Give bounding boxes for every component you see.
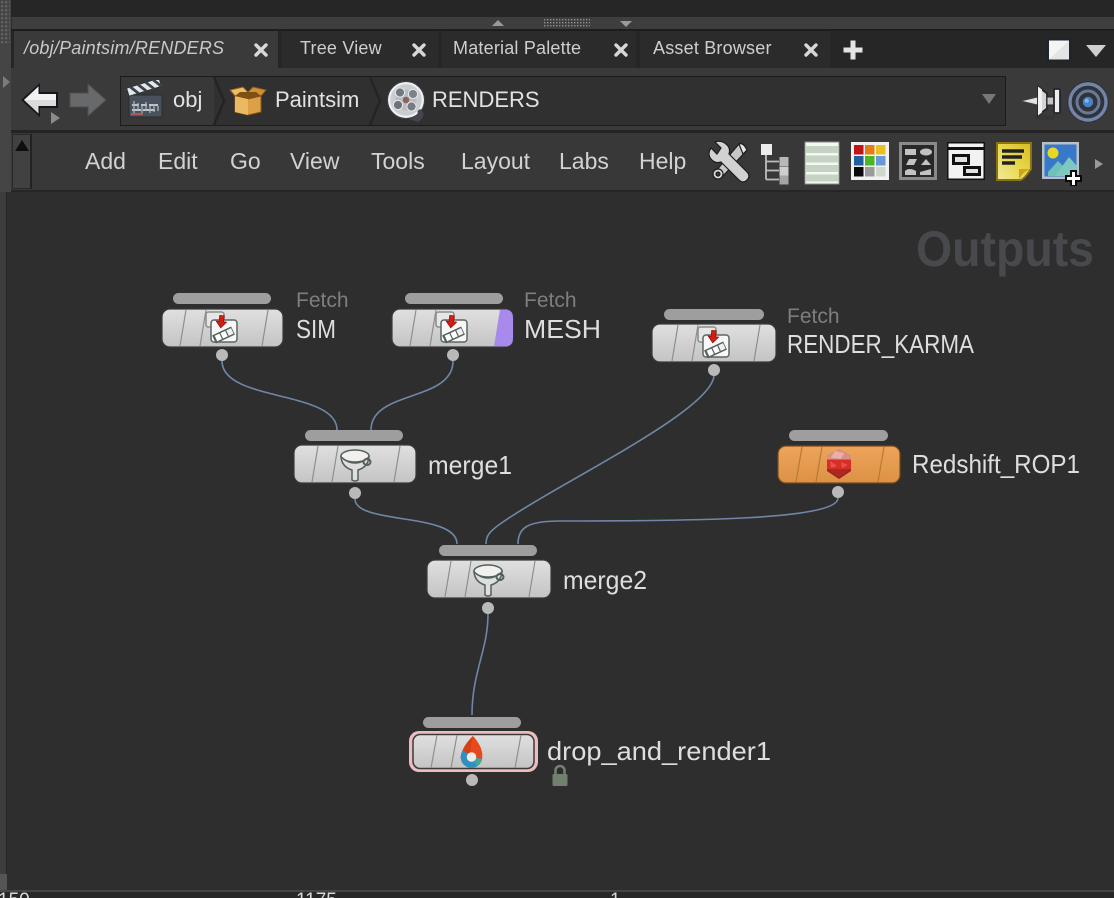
svg-text:merge2: merge2 bbox=[563, 565, 647, 595]
svg-text:Fetch: Fetch bbox=[787, 305, 840, 328]
svg-text:Fetch: Fetch bbox=[296, 289, 349, 312]
svg-text:merge1: merge1 bbox=[428, 450, 512, 480]
svg-text:SIM: SIM bbox=[296, 314, 336, 344]
svg-text:MESH: MESH bbox=[524, 314, 601, 344]
svg-text:Redshift_ROP1: Redshift_ROP1 bbox=[912, 449, 1080, 479]
svg-text:Fetch: Fetch bbox=[524, 289, 577, 312]
svg-text:drop_and_render1: drop_and_render1 bbox=[547, 736, 771, 766]
svg-text:Outputs: Outputs bbox=[916, 221, 1094, 277]
svg-text:RENDER_KARMA: RENDER_KARMA bbox=[787, 329, 975, 359]
